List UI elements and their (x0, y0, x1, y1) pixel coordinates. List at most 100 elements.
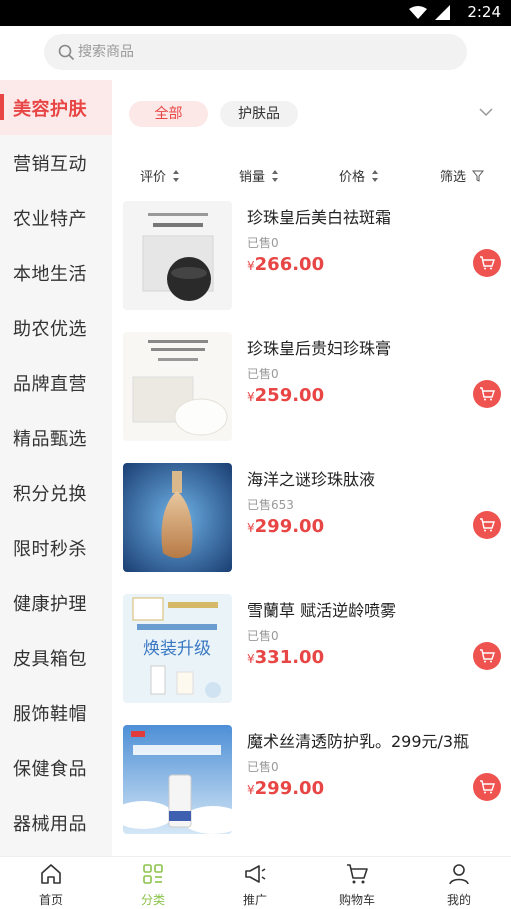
product-image (123, 332, 232, 441)
status-icons (409, 5, 451, 20)
product-name: 魔术丝清透防护乳。299元/3瓶 (247, 732, 470, 751)
cart-icon (480, 518, 495, 532)
price-value: 331.00 (254, 647, 325, 668)
sort-rating[interactable]: 评价 (140, 166, 180, 185)
sidebar-item-local-life[interactable]: 本地生活 (0, 245, 112, 300)
add-to-cart-button[interactable] (473, 380, 501, 408)
product-card[interactable]: 焕装升级 雪蘭草 赋活逆龄喷雾 已售0 ¥331.00 (123, 594, 503, 704)
sidebar-item-points[interactable]: 积分兑换 (0, 465, 112, 520)
battery-icon (435, 5, 450, 20)
product-name: 珍珠皇后贵妇珍珠膏 (247, 339, 392, 358)
sidebar-item-leather[interactable]: 皮具箱包 (0, 630, 112, 685)
category-icon (143, 864, 163, 884)
sort-filter-label: 筛选 (440, 170, 467, 185)
status-bar: 2:24 (0, 0, 511, 26)
tab-label: 分类 (140, 893, 165, 907)
price-value: 299.00 (254, 516, 325, 537)
home-icon (41, 864, 61, 884)
megaphone-icon (245, 865, 266, 883)
sort-price-label: 价格 (339, 170, 366, 185)
product-sold: 已售0 (247, 760, 279, 774)
filter-icon (472, 170, 485, 182)
product-thumb-text: 焕装升级 (143, 639, 211, 659)
product-name: 雪蘭草 赋活逆龄喷雾 (247, 601, 397, 620)
currency-symbol: ¥ (247, 652, 255, 666)
sort-rating-label: 评价 (140, 170, 167, 185)
product-image (123, 463, 232, 572)
sidebar-item-marketing[interactable]: 营销互动 (0, 135, 112, 190)
sidebar-item-brand-direct[interactable]: 品牌直营 (0, 355, 112, 410)
cart-icon (480, 649, 495, 663)
category-sidebar: 美容护肤 营销互动 农业特产 本地生活 助农优选 品牌直营 精品甄选 积分兑换 … (0, 80, 112, 856)
tab-mine[interactable]: 我的 (419, 857, 499, 909)
add-to-cart-button[interactable] (473, 249, 501, 277)
sidebar-item-flash-sale[interactable]: 限时秒杀 (0, 520, 112, 575)
currency-symbol: ¥ (247, 390, 255, 404)
sort-arrows-icon (372, 169, 379, 182)
product-name: 海洋之谜珍珠肽液 (247, 470, 376, 489)
bottom-tab-bar: 首页 分类 推广 购物车 我的 (0, 856, 511, 909)
product-sold: 已售653 (247, 498, 294, 512)
wifi-icon (409, 5, 427, 19)
cart-icon (480, 387, 495, 401)
product-price: ¥331.00 (247, 647, 324, 668)
product-image (123, 201, 232, 310)
chip-all[interactable]: 全部 (129, 101, 208, 127)
cart-icon (347, 864, 368, 884)
currency-symbol: ¥ (247, 259, 255, 273)
sort-bar: 评价 销量 价格 筛选 (112, 162, 511, 190)
product-price: ¥299.00 (247, 778, 324, 799)
product-sold: 已售0 (247, 629, 279, 643)
tab-label: 我的 (446, 893, 471, 907)
sidebar-item-devices[interactable]: 器械用品 (0, 795, 112, 850)
product-card[interactable]: 珍珠皇后贵妇珍珠膏 已售0 ¥259.00 (123, 332, 503, 442)
sort-filter[interactable]: 筛选 (440, 166, 485, 185)
chip-skincare[interactable]: 护肤品 (220, 101, 298, 127)
product-card[interactable]: 海洋之谜珍珠肽液 已售653 ¥299.00 (123, 463, 503, 573)
add-to-cart-button[interactable] (473, 642, 501, 670)
product-price: ¥266.00 (247, 254, 324, 275)
sidebar-item-apparel[interactable]: 服饰鞋帽 (0, 685, 112, 740)
product-name: 珍珠皇后美白祛斑霜 (247, 208, 392, 227)
chevron-down-icon[interactable] (478, 104, 494, 120)
tab-label: 首页 (38, 893, 63, 907)
cart-icon (480, 256, 495, 270)
currency-symbol: ¥ (247, 521, 255, 535)
product-card[interactable]: 魔术丝清透防护乳。299元/3瓶 已售0 ¥299.00 (123, 725, 503, 835)
tab-category[interactable]: 分类 (113, 857, 193, 909)
sidebar-item-agriculture[interactable]: 农业特产 (0, 190, 112, 245)
tab-home[interactable]: 首页 (11, 857, 91, 909)
sidebar-item-farm-support[interactable]: 助农优选 (0, 300, 112, 355)
tab-label: 购物车 (338, 893, 375, 907)
sort-sales-label: 销量 (239, 170, 266, 185)
status-time: 2:24 (467, 3, 501, 21)
product-image: 焕装升级 (123, 594, 232, 703)
app-screen: 2:24 美容护肤 营销互动 农业特产 本地生活 助农优选 品牌直营 精品甄选 … (0, 0, 511, 909)
tab-cart[interactable]: 购物车 (317, 857, 397, 909)
sort-arrows-icon (272, 169, 279, 182)
product-price: ¥299.00 (247, 516, 324, 537)
search-input[interactable] (78, 44, 418, 60)
search-bar[interactable] (44, 34, 467, 70)
price-value: 259.00 (254, 385, 325, 406)
product-card[interactable]: 珍珠皇后美白祛斑霜 已售0 ¥266.00 (123, 201, 503, 311)
user-icon (449, 864, 469, 885)
sort-sales[interactable]: 销量 (239, 166, 279, 185)
sidebar-item-health[interactable]: 健康护理 (0, 575, 112, 630)
sort-price[interactable]: 价格 (339, 166, 379, 185)
sidebar-item-health-food[interactable]: 保健食品 (0, 740, 112, 795)
price-value: 266.00 (254, 254, 325, 275)
sort-arrows-icon (173, 169, 180, 182)
sidebar-item-selected[interactable]: 精品甄选 (0, 410, 112, 465)
cart-icon (480, 780, 495, 794)
currency-symbol: ¥ (247, 783, 255, 797)
add-to-cart-button[interactable] (473, 511, 501, 539)
sidebar-item-beauty[interactable]: 美容护肤 (0, 80, 112, 135)
add-to-cart-button[interactable] (473, 773, 501, 801)
search-icon (58, 44, 74, 60)
product-price: ¥259.00 (247, 385, 324, 406)
product-image (123, 725, 232, 834)
tab-promote[interactable]: 推广 (215, 857, 295, 909)
price-value: 299.00 (254, 778, 325, 799)
product-sold: 已售0 (247, 236, 279, 250)
